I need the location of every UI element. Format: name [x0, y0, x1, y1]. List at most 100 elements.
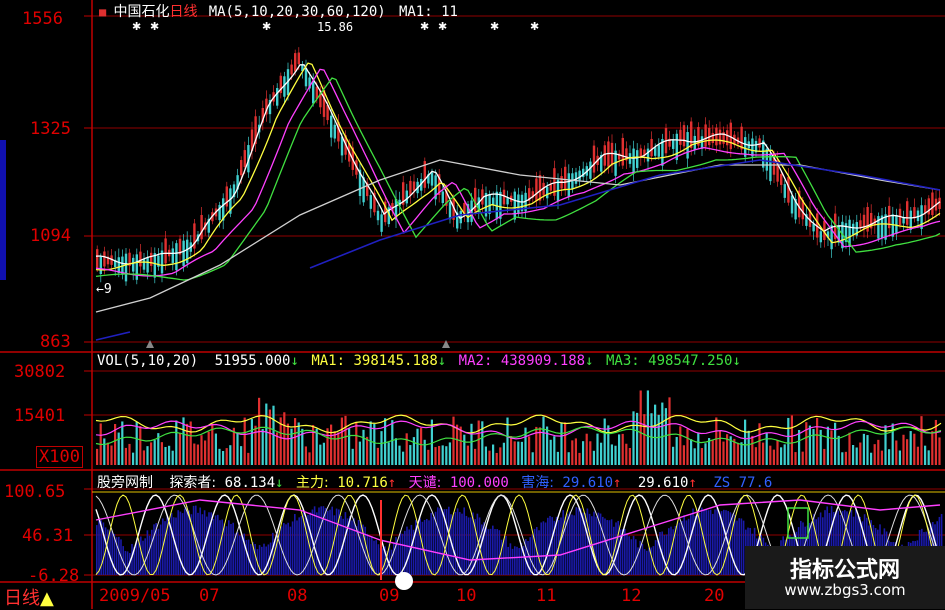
volume-bar: [409, 445, 412, 465]
indicator-bar: [399, 533, 402, 575]
volume-bar: [110, 445, 113, 465]
volume-bar: [308, 452, 311, 465]
price-panel: ✱ ✱ ✱ ✱ ✱ ✱ ✱: [95, 20, 941, 348]
volume-bar: [513, 441, 516, 465]
volume-bar: [578, 452, 581, 465]
volume-bar: [142, 450, 145, 465]
volume-bar: [423, 439, 426, 465]
volume-bar: [880, 450, 883, 465]
volume-bar: [427, 449, 430, 465]
indicator-bar: [672, 529, 674, 575]
harm-value: 29.610: [562, 475, 613, 491]
indicator-bar: [489, 528, 492, 575]
volume-bar: [477, 420, 480, 465]
stock-name: 中国石化: [113, 4, 170, 20]
indicator-bar: [135, 541, 138, 575]
volume-bar: [596, 433, 599, 465]
indicator-bar: [151, 529, 153, 575]
volume-bar: [564, 422, 567, 465]
volume-bar: [895, 440, 898, 465]
indicator-bar: [98, 520, 100, 575]
indicator-bar: [602, 516, 604, 575]
indicator-bar: [560, 517, 562, 575]
volume-bar: [204, 440, 207, 465]
volume-bar: [124, 447, 127, 465]
stock-chart-window: ✱ ✱ ✱ ✱ ✱ ✱ ✱ ■ 中国石化日线 MA(5,10,20,30,60,120) M…: [0, 0, 945, 609]
volume-bar: [322, 442, 325, 465]
volume-bar: [870, 452, 873, 465]
sky-value: 100.000: [449, 475, 509, 491]
watermark-title: 指标公式网: [789, 558, 900, 583]
vol-value: 51955.000: [214, 353, 291, 369]
volume-bar: [452, 416, 455, 465]
chart-canvas[interactable]: ✱ ✱ ✱ ✱ ✱ ✱ ✱: [0, 0, 945, 609]
indicator-bar: [164, 521, 166, 575]
volume-bar: [621, 433, 624, 465]
volume-bar: [207, 431, 210, 465]
volume-bar: [438, 445, 441, 465]
volume-bar: [121, 421, 124, 465]
explorer-label: 探索者:: [169, 475, 217, 491]
indicator-bar: [430, 512, 432, 575]
volume-bar: [344, 415, 347, 465]
indicator-bar: [604, 518, 606, 575]
indicator-bar: [324, 507, 327, 575]
volume-bar: [103, 438, 106, 465]
indicator-bar: [179, 511, 182, 575]
indicator-bar: [111, 530, 113, 575]
price-tick-2: 1094: [30, 226, 71, 246]
indicator-bar: [236, 532, 239, 575]
volume-bar: [790, 415, 793, 465]
triangle-up-icon: ▲: [40, 588, 54, 609]
period-switch-button[interactable]: 日线▲: [4, 584, 54, 610]
volume-bar: [614, 445, 617, 465]
volume-bar: [394, 438, 397, 465]
volume-bar: [664, 408, 667, 465]
volume-bar: [128, 443, 131, 465]
indicator-bar: [718, 512, 721, 575]
signal-star: ✱: [150, 20, 159, 33]
volume-bar: [340, 417, 343, 465]
volume-bar: [200, 435, 203, 465]
volume-bar: [366, 436, 369, 465]
low-price-value: 9: [103, 282, 112, 297]
volume-bar: [632, 411, 635, 465]
indicator-bar: [173, 517, 175, 575]
volume-bar: [240, 446, 243, 465]
volume-bar: [232, 427, 235, 465]
volume-bar: [484, 446, 487, 465]
indicator-bar: [562, 510, 564, 575]
volume-bar: [873, 444, 876, 465]
indicator-bar: [285, 524, 287, 575]
volume-bar: [740, 442, 743, 465]
volume-bar: [571, 440, 574, 465]
vol-ma3-value: 498547.250: [648, 353, 733, 369]
indicator-bar: [186, 505, 188, 575]
indicator-bar: [153, 524, 155, 575]
volume-bar: [708, 438, 711, 465]
volume-bar: [600, 442, 603, 465]
volume-bar: [855, 447, 858, 465]
indicator-title: 股旁网制: [97, 475, 153, 491]
ma20-line: [95, 68, 941, 277]
volume-bar: [704, 443, 707, 465]
volume-bar: [330, 424, 333, 465]
watermark-url: www.zbgs3.com: [784, 581, 906, 599]
indicator-bar: [157, 528, 160, 575]
volume-bar: [171, 450, 174, 465]
indicator-bar: [184, 508, 186, 575]
volume-bar: [106, 442, 109, 465]
indicator-bar: [487, 529, 490, 575]
volume-bar: [722, 441, 725, 465]
indicator-bar: [544, 522, 547, 575]
volume-bar: [448, 442, 451, 465]
indicator-bar: [492, 525, 494, 575]
indicator-bar: [676, 521, 679, 575]
indicator-bar: [716, 507, 718, 575]
volume-bar: [355, 421, 358, 465]
volume-bar: [528, 436, 531, 465]
menu-dot-icon[interactable]: ■: [99, 5, 106, 19]
volume-bar: [920, 416, 923, 465]
indicator-bar: [283, 523, 285, 575]
vol-title: VOL(5,10,20): [97, 353, 199, 369]
